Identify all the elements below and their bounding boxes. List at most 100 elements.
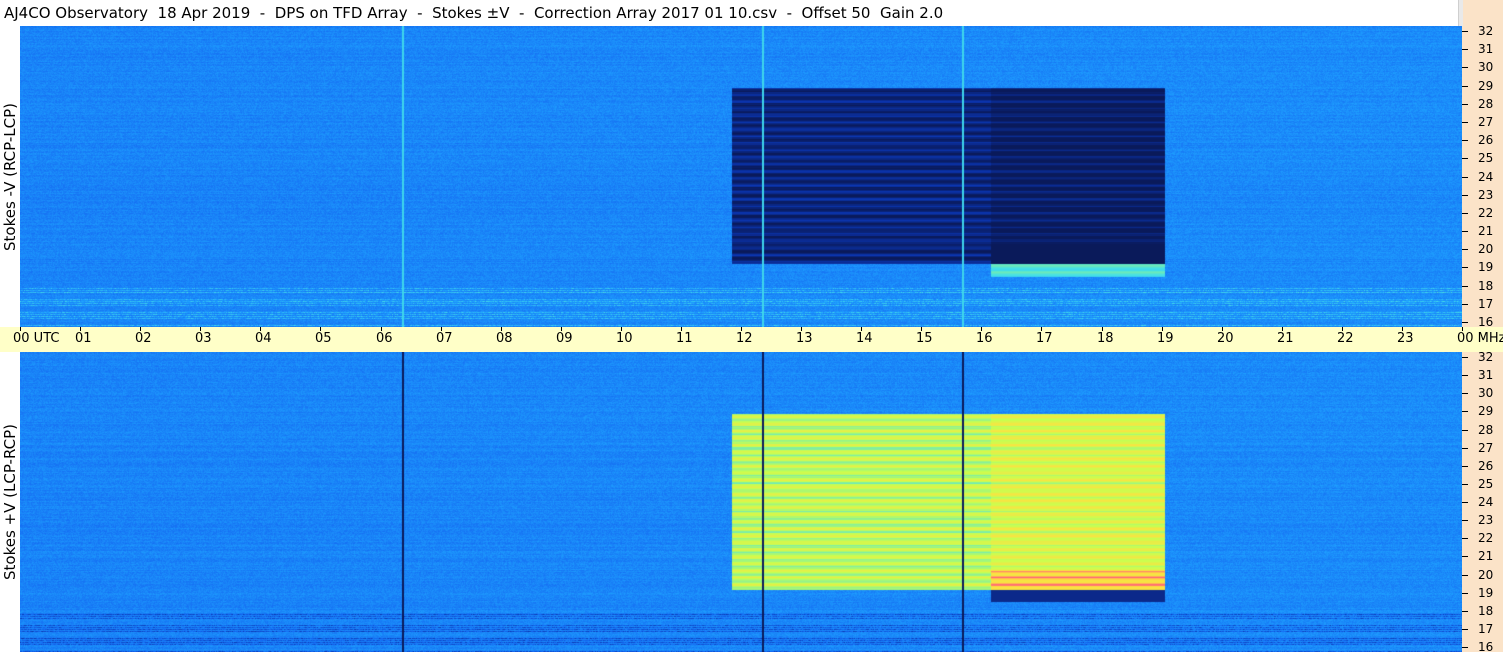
freq-tick-label: 18 xyxy=(1478,279,1494,293)
freq-tick-label: 32 xyxy=(1478,24,1494,38)
freq-tick xyxy=(1462,611,1468,612)
stokes-minus-v-panel: Stokes -V (RCP-LCP) 32 31 30 29 28 27 26 25 24 23… xyxy=(0,24,1503,328)
freq-tick xyxy=(1462,502,1468,503)
time-tick-label: 13 xyxy=(796,331,813,346)
freq-tick-label: 25 xyxy=(1478,477,1494,491)
time-tick-label: 04 xyxy=(255,331,272,346)
freq-tick xyxy=(1462,31,1468,32)
freq-tick-label: 29 xyxy=(1478,404,1494,418)
freq-tick-label: 19 xyxy=(1478,586,1494,600)
time-tick-label: 02 xyxy=(135,331,152,346)
freq-tick-label: 28 xyxy=(1478,97,1494,111)
freq-tick-label: 22 xyxy=(1478,206,1494,220)
time-tick-label: 21 xyxy=(1277,331,1294,346)
time-tick-label: 06 xyxy=(376,331,393,346)
freq-tick xyxy=(1462,411,1468,412)
freq-tick-label: 21 xyxy=(1478,224,1494,238)
frequency-scale-bottom: 32 31 30 29 28 27 26 25 24 23 22 21 20 19 18 17 16 xyxy=(1462,350,1503,653)
freq-tick-label: 26 xyxy=(1478,459,1494,473)
freq-tick xyxy=(1462,122,1468,123)
time-tick-label: 19 xyxy=(1157,331,1174,346)
time-tick-label: 17 xyxy=(1036,331,1053,346)
freq-tick xyxy=(1462,357,1468,358)
freq-tick-label: 31 xyxy=(1478,368,1494,382)
time-tick-label: 18 xyxy=(1097,331,1114,346)
time-tick-label: 10 xyxy=(616,331,633,346)
freq-tick-label: 22 xyxy=(1478,531,1494,545)
freq-tick xyxy=(1462,286,1468,287)
chart-title: AJ4CO Observatory 18 Apr 2019 - DPS on T… xyxy=(4,4,944,22)
time-tick-label: 11 xyxy=(676,331,693,346)
freq-tick xyxy=(1462,49,1468,50)
time-tick-label: 09 xyxy=(556,331,573,346)
freq-tick xyxy=(1462,67,1468,68)
time-tick-label: 08 xyxy=(496,331,513,346)
freq-tick xyxy=(1462,231,1468,232)
freq-tick xyxy=(1462,267,1468,268)
time-tick-label: 07 xyxy=(436,331,453,346)
freq-tick xyxy=(1462,484,1468,485)
time-tick-label: 22 xyxy=(1337,331,1354,346)
freq-tick xyxy=(1462,629,1468,630)
time-tick-label: 14 xyxy=(856,331,873,346)
time-tick-label: 15 xyxy=(916,331,933,346)
time-tick-label: 00 UTC xyxy=(13,331,60,346)
time-tick-label: 20 xyxy=(1217,331,1234,346)
freq-tick-label: 32 xyxy=(1478,350,1494,364)
top-y-label-text: Stokes -V (RCP-LCP) xyxy=(1,102,19,251)
freq-tick xyxy=(1462,322,1468,323)
time-tick-label: 16 xyxy=(976,331,993,346)
freq-tick xyxy=(1462,195,1468,196)
time-tick-label: 00 MHz xyxy=(1457,331,1503,346)
freq-tick-label: 29 xyxy=(1478,79,1494,93)
time-tick-label: 01 xyxy=(75,331,92,346)
freq-tick xyxy=(1462,538,1468,539)
bottom-margin xyxy=(0,652,1503,672)
time-tick-label: 05 xyxy=(315,331,332,346)
freq-tick xyxy=(1462,104,1468,105)
freq-tick-label: 25 xyxy=(1478,151,1494,165)
freq-tick-label: 28 xyxy=(1478,423,1494,437)
freq-tick-label: 17 xyxy=(1478,622,1494,636)
freq-tick-label: 31 xyxy=(1478,42,1494,56)
freq-tick xyxy=(1462,448,1468,449)
freq-tick-label: 26 xyxy=(1478,133,1494,147)
time-tick-label: 12 xyxy=(736,331,753,346)
top-y-label: Stokes -V (RCP-LCP) xyxy=(0,26,20,327)
freq-tick-label: 27 xyxy=(1478,441,1494,455)
freq-tick xyxy=(1462,575,1468,576)
freq-tick xyxy=(1462,593,1468,594)
freq-tick xyxy=(1462,647,1468,648)
utc-time-axis: 00 UTC 01 02 03 04 05 06 07 08 09 10 11 12 13 14 15 16 17… xyxy=(0,327,1503,352)
freq-tick xyxy=(1462,304,1468,305)
freq-tick-label: 21 xyxy=(1478,549,1494,563)
freq-tick xyxy=(1462,213,1468,214)
freq-tick xyxy=(1462,86,1468,87)
freq-tick-label: 30 xyxy=(1478,60,1494,74)
spectrogram-stokes-plus-v xyxy=(20,352,1462,652)
freq-tick xyxy=(1462,158,1468,159)
freq-tick xyxy=(1462,430,1468,431)
freq-tick-label: 30 xyxy=(1478,386,1494,400)
freq-tick-label: 24 xyxy=(1478,170,1494,184)
freq-tick-label: 27 xyxy=(1478,115,1494,129)
freq-tick-label: 23 xyxy=(1478,188,1494,202)
freq-tick-label: 23 xyxy=(1478,513,1494,527)
spectrogram-stokes-minus-v xyxy=(20,26,1462,327)
freq-tick xyxy=(1462,375,1468,376)
stokes-plus-v-panel: Stokes +V (LCP-RCP) 32 31 30 29 28 27 26 25 24 23… xyxy=(0,350,1503,653)
freq-tick xyxy=(1462,393,1468,394)
freq-tick xyxy=(1462,140,1468,141)
freq-tick xyxy=(1462,177,1468,178)
freq-tick-label: 20 xyxy=(1478,242,1494,256)
time-tick-label: 23 xyxy=(1397,331,1414,346)
time-tick-label: 03 xyxy=(195,331,212,346)
freq-tick xyxy=(1462,556,1468,557)
freq-tick xyxy=(1462,520,1468,521)
title-bar-corner xyxy=(1458,0,1503,26)
bottom-y-label-text: Stokes +V (LCP-RCP) xyxy=(1,424,19,580)
frequency-scale-top: 32 31 30 29 28 27 26 25 24 23 22 21 20 19 18 17 16 xyxy=(1462,24,1503,328)
freq-tick xyxy=(1462,466,1468,467)
freq-tick-label: 18 xyxy=(1478,604,1494,618)
freq-tick-label: 20 xyxy=(1478,568,1494,582)
